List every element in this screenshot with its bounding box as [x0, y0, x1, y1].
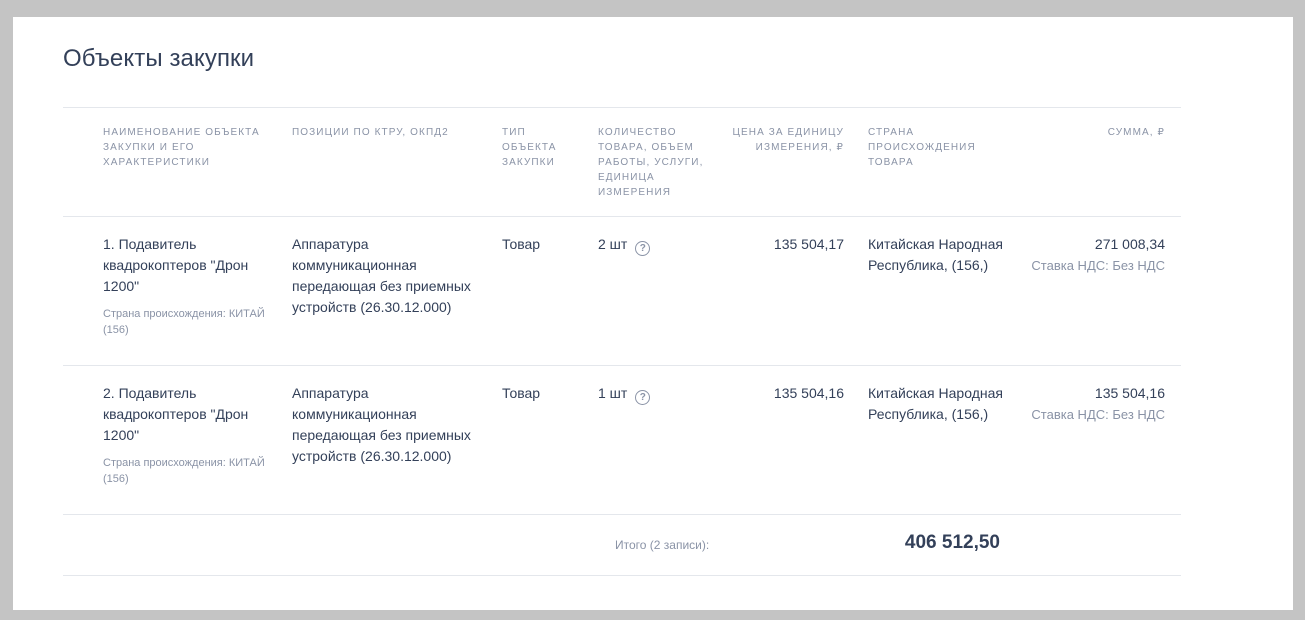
column-header-positions: Позиции по КТРУ, ОКПД2: [292, 127, 449, 138]
item-sum: 135 504,16: [1094, 385, 1165, 401]
item-positions: Аппаратура коммуникационная передающая б…: [292, 236, 471, 315]
column-header-name: Наименование объекта закупки и его харак…: [103, 127, 260, 168]
item-type: Товар: [502, 236, 541, 252]
page-title: Объекты закупки: [63, 45, 255, 72]
item-name: 2. Подавитель квадрокоптеров "Дрон 1200": [103, 385, 249, 443]
question-circle-icon[interactable]: ?: [635, 241, 651, 256]
item-name: 1. Подавитель квадрокоптеров "Дрон 1200": [103, 236, 249, 294]
item-quantity-cell: 2 шт?: [598, 234, 718, 256]
item-quantity-cell: 1 шт?: [598, 383, 718, 405]
item-sum: 271 008,34: [1094, 236, 1165, 252]
total-label: Итого (2 записи):: [615, 538, 710, 552]
column-header-sum: Сумма, ₽: [1107, 127, 1165, 138]
item-price: 135 504,16: [773, 385, 844, 401]
table-row: 2. Подавитель квадрокоптеров "Дрон 1200"…: [63, 365, 1181, 514]
column-header-type: Тип объекта закупки: [502, 127, 557, 168]
column-header-price: Цена за единицу измерения, ₽: [732, 127, 844, 153]
total-row: Итого (2 записи): 406 512,50: [63, 514, 1181, 576]
item-vat: Ставка НДС: Без НДС: [1031, 407, 1165, 422]
procurement-objects-table: Наименование объекта закупки и его харак…: [63, 107, 1181, 576]
item-origin: Страна происхождения: КИТАЙ (156): [103, 308, 265, 336]
item-sum-cell: 271 008,34 Ставка НДС: Без НДС: [995, 234, 1165, 276]
column-header-quantity: Количество товара, объем работы, услуги,…: [598, 127, 704, 198]
table-row: 1. Подавитель квадрокоптеров "Дрон 1200"…: [63, 216, 1181, 365]
item-price: 135 504,17: [773, 236, 844, 252]
item-origin: Страна происхождения: КИТАЙ (156): [103, 457, 265, 485]
procurement-objects-card: Объекты закупки Наименование объекта зак…: [13, 17, 1293, 610]
item-type: Товар: [502, 385, 541, 401]
item-name-cell: 2. Подавитель квадрокоптеров "Дрон 1200"…: [103, 383, 278, 487]
item-quantity: 1 шт: [598, 385, 628, 401]
table-header: Наименование объекта закупки и его харак…: [63, 107, 1181, 216]
item-vat: Ставка НДС: Без НДС: [1031, 258, 1165, 273]
total-value: 406 512,50: [904, 532, 1000, 553]
item-sum-cell: 135 504,16 Ставка НДС: Без НДС: [995, 383, 1165, 425]
question-circle-icon[interactable]: ?: [635, 390, 651, 405]
item-quantity: 2 шт: [598, 236, 628, 252]
item-positions: Аппаратура коммуникационная передающая б…: [292, 385, 471, 464]
item-name-cell: 1. Подавитель квадрокоптеров "Дрон 1200"…: [103, 234, 278, 338]
